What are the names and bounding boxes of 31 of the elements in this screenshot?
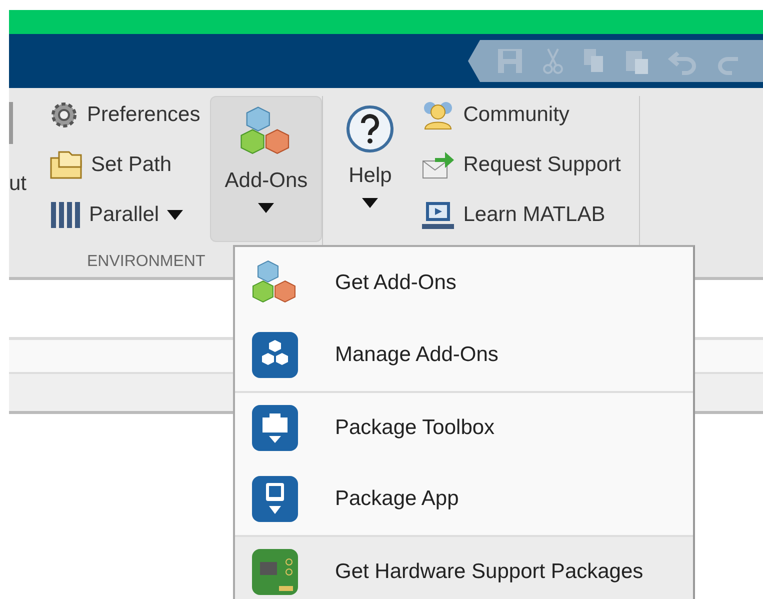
- menu-item[interactable]: Package App: [235, 463, 693, 535]
- caret-icon: [167, 210, 184, 220]
- ribbon-button[interactable]: Parallel: [49, 196, 200, 234]
- ribbon-link[interactable]: Learn MATLAB: [421, 196, 621, 234]
- ribbon-button[interactable]: Set Path: [49, 146, 200, 184]
- menu-item[interactable]: Get Hardware Support Packages: [235, 535, 693, 599]
- help-button[interactable]: Help: [337, 96, 404, 242]
- ribbon-link[interactable]: Community: [421, 96, 621, 134]
- ribbon-button[interactable]: Preferences: [49, 96, 200, 134]
- caret-icon: [258, 203, 274, 213]
- device-icon: [251, 475, 299, 523]
- monitor-icon: [421, 200, 456, 230]
- menu-item[interactable]: Manage Add-Ons: [235, 319, 693, 391]
- menu-item[interactable]: Package Toolbox: [235, 391, 693, 463]
- cubes-icon: [251, 331, 299, 379]
- help-icon: [345, 104, 396, 154]
- ribbon-button-label[interactable]: ut: [9, 172, 31, 196]
- mail-icon: [421, 150, 456, 180]
- folder-icon: [49, 150, 83, 180]
- menu-item[interactable]: Get Add-Ons: [235, 247, 693, 319]
- cut-icon[interactable]: [542, 47, 564, 75]
- caret-icon: [362, 198, 378, 208]
- save-icon[interactable]: [496, 47, 524, 75]
- circuit-board-icon: [251, 548, 299, 596]
- ribbon-link[interactable]: Request Support: [421, 146, 621, 184]
- copy-icon[interactable]: [582, 47, 606, 75]
- section-label: ENVIRONMENT: [87, 253, 206, 272]
- add-ons-button[interactable]: Add-Ons: [210, 96, 322, 242]
- bars-icon: [49, 200, 81, 230]
- toolbox-icon: [251, 404, 299, 452]
- gear-icon: [49, 100, 79, 130]
